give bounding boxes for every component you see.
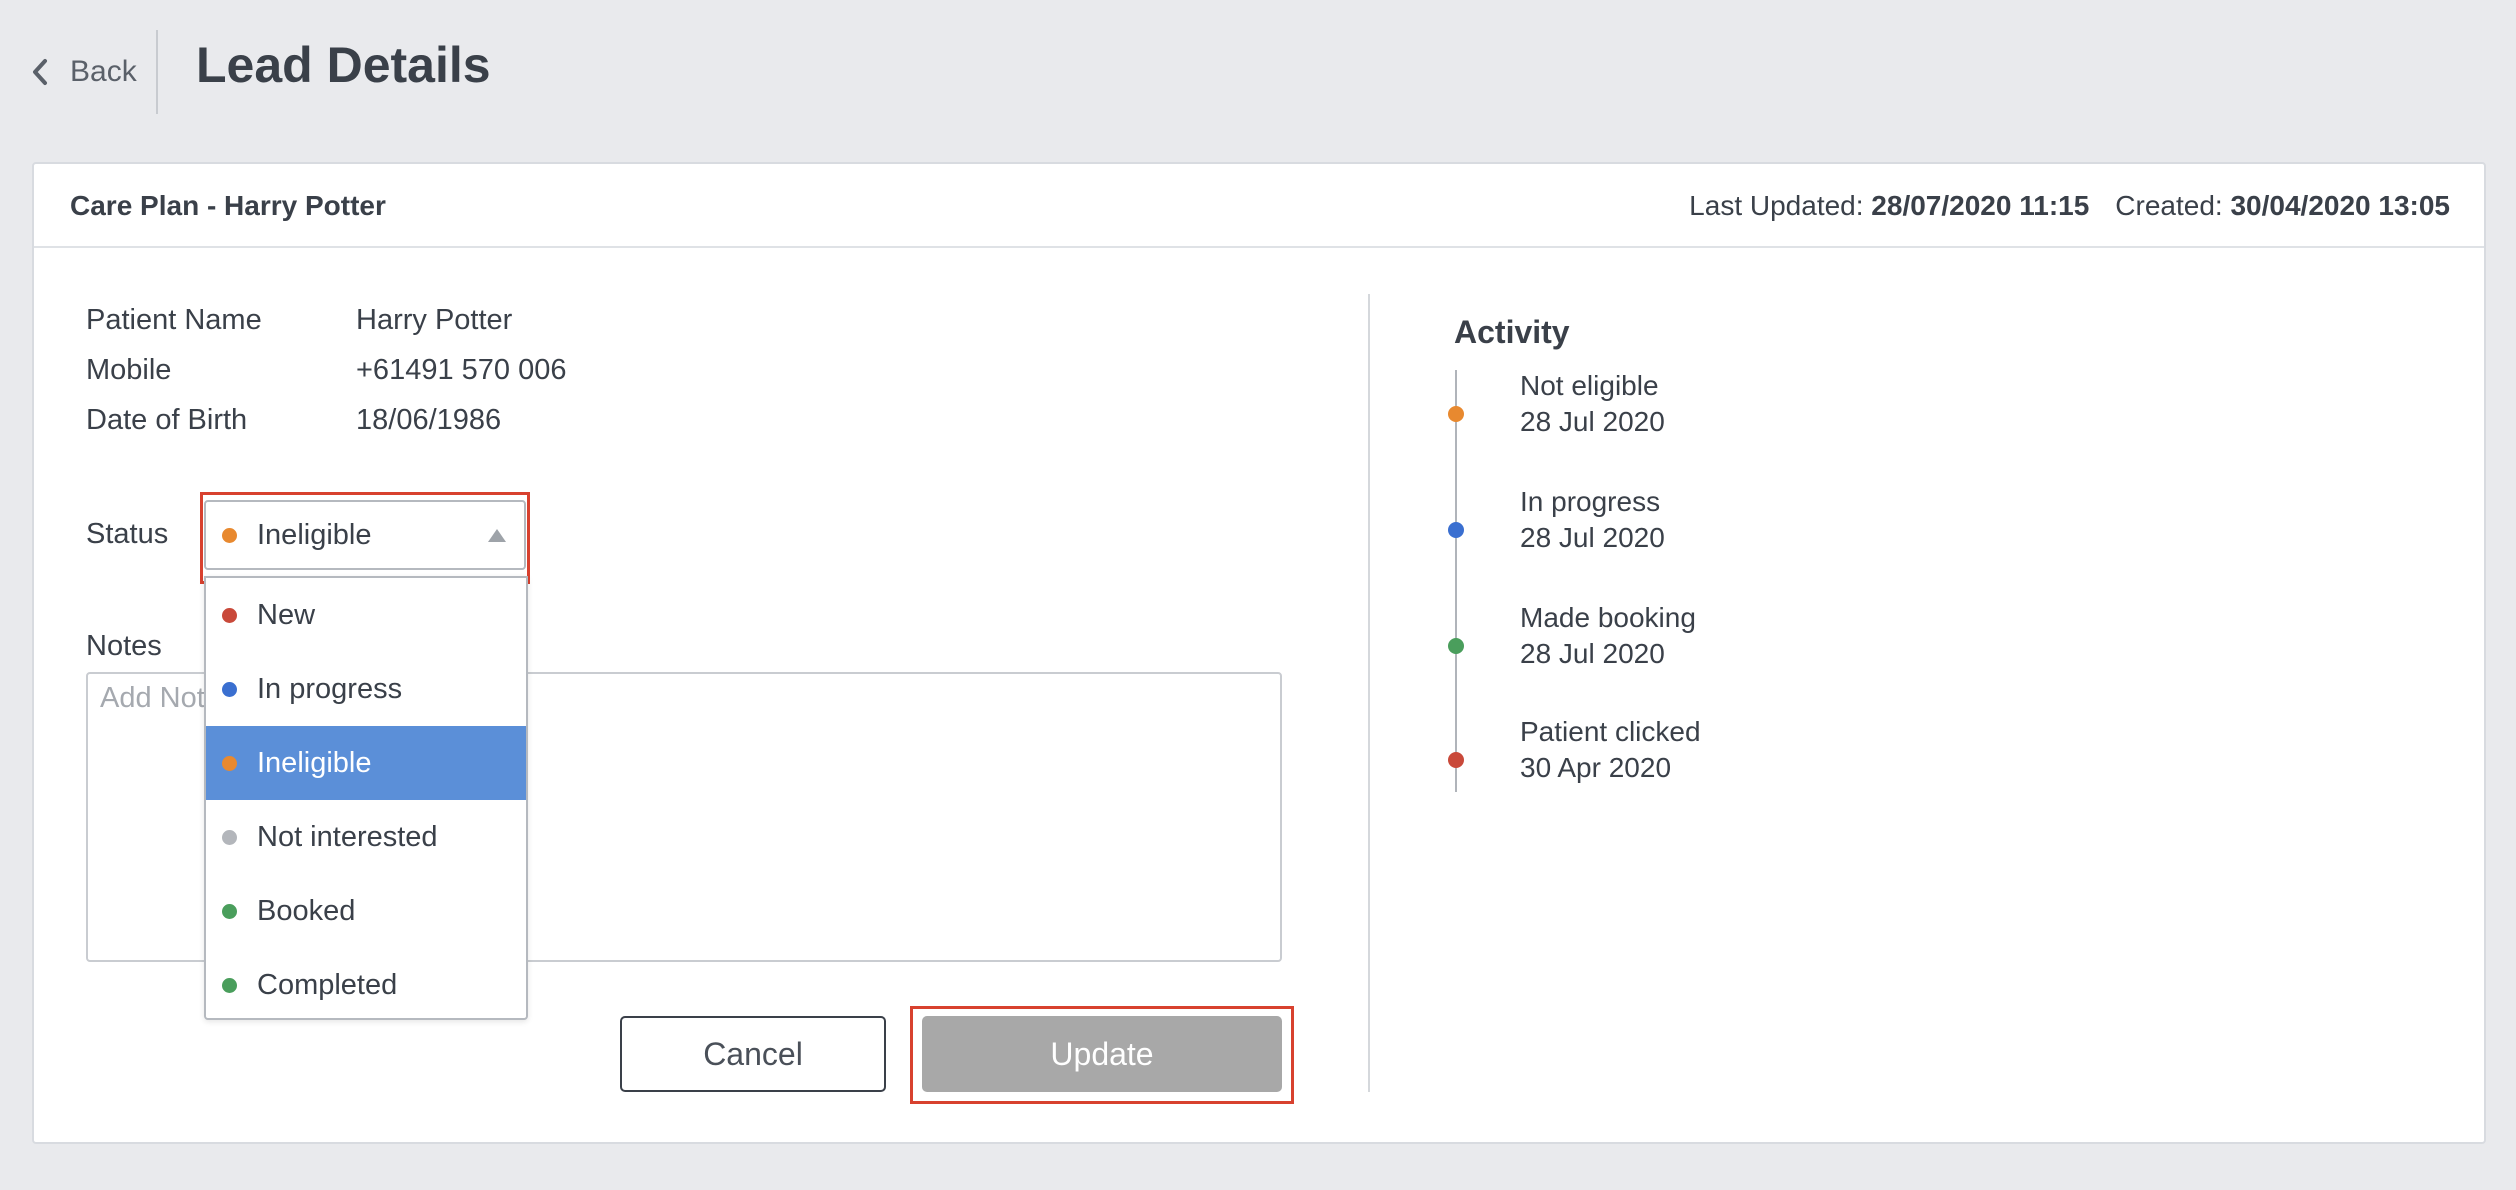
column-divider	[1368, 294, 1370, 1092]
status-select[interactable]: Ineligible	[204, 500, 526, 570]
patient-name-value: Harry Potter	[356, 304, 513, 336]
status-option-in-progress[interactable]: In progress	[206, 652, 526, 726]
status-option-new[interactable]: New	[206, 578, 526, 652]
status-dot-icon	[222, 903, 237, 919]
status-dot-icon	[222, 977, 237, 993]
activity-item-title: Not eligible	[1520, 370, 1659, 401]
activity-item-date: 30 Apr 2020	[1520, 752, 1672, 783]
last-updated-value: 28/07/2020 11:15	[1871, 190, 2090, 221]
activity-item-date: 28 Jul 2020	[1520, 638, 1665, 669]
activity-item-title: In progress	[1520, 486, 1661, 517]
timeline-dot-icon	[1448, 406, 1464, 422]
activity-item-title: Made booking	[1520, 602, 1696, 633]
patient-name-label: Patient Name	[86, 304, 262, 336]
activity-item-title: Patient clicked	[1520, 716, 1701, 747]
activity-item-date: 28 Jul 2020	[1520, 406, 1665, 437]
cancel-button[interactable]: Cancel	[620, 1016, 886, 1092]
notes-label: Notes	[86, 630, 162, 662]
option-label: New	[257, 598, 316, 631]
caret-up-icon	[488, 528, 506, 542]
timestamps: Last Updated: 28/07/2020 11:15 Created: 3…	[1689, 190, 2450, 222]
status-dot-icon	[222, 829, 237, 845]
care-plan-title: Care Plan - Harry Potter	[70, 190, 386, 221]
header-divider	[156, 30, 158, 114]
status-dot-icon	[222, 527, 237, 543]
update-button[interactable]: Update	[922, 1016, 1282, 1092]
top-bar: Back Lead Details	[0, 0, 2516, 150]
page-title: Lead Details	[196, 37, 491, 93]
timeline-dot-icon	[1448, 522, 1464, 538]
status-dot-icon	[222, 681, 237, 697]
option-label: Booked	[257, 894, 356, 927]
timeline-dot-icon	[1448, 752, 1464, 768]
card-header: Care Plan - Harry Potter Last Updated: 2…	[34, 164, 2484, 248]
dob-value: 18/06/1986	[356, 404, 502, 436]
option-label: Ineligible	[257, 746, 372, 779]
option-label: Not interested	[257, 820, 438, 853]
lead-card: Care Plan - Harry Potter Last Updated: 2…	[32, 162, 2486, 1144]
option-label: Completed	[257, 968, 398, 1001]
mobile-value: +61491 570 006	[356, 354, 567, 386]
timeline-dot-icon	[1448, 638, 1464, 654]
status-option-ineligible[interactable]: Ineligible	[206, 726, 526, 800]
status-option-not-interested[interactable]: Not interested	[206, 800, 526, 874]
dob-label: Date of Birth	[86, 404, 248, 436]
status-option-booked[interactable]: Booked	[206, 874, 526, 948]
back-button[interactable]: Back	[30, 50, 137, 94]
back-label: Back	[70, 55, 137, 88]
status-selected-value: Ineligible	[257, 518, 372, 551]
status-dot-icon	[222, 755, 237, 771]
status-dot-icon	[222, 607, 237, 623]
status-option-completed[interactable]: Completed	[206, 948, 526, 1022]
status-label: Status	[86, 518, 169, 550]
activity-item-date: 28 Jul 2020	[1520, 522, 1665, 553]
last-updated-label: Last Updated:	[1689, 190, 1864, 221]
mobile-label: Mobile	[86, 354, 172, 386]
status-dropdown-menu: New In progress Ineligible Not intereste…	[204, 576, 528, 1020]
timeline-line	[1455, 370, 1457, 792]
chevron-left-icon	[30, 50, 70, 94]
created-value: 30/04/2020 13:05	[2230, 190, 2450, 221]
activity-title: Activity	[1454, 314, 1570, 350]
option-label: In progress	[257, 672, 403, 705]
created-label: Created:	[2115, 190, 2223, 221]
